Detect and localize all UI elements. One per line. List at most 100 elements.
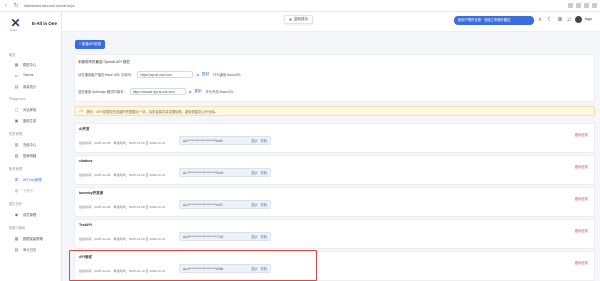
endpoint-label: 或在使用 Anthropic 格式时填写：: [78, 90, 127, 94]
brand-sub: E-ALL: [10, 29, 18, 32]
info-icon: ●: [289, 16, 293, 23]
show-key-button[interactable]: 显示: [251, 234, 257, 239]
delete-key-button[interactable]: 删除密钥: [575, 164, 588, 169]
nav-group-label: 概览: [9, 53, 16, 57]
browser-extensions: [568, 3, 597, 8]
masked-key: sk-b**********************77a2: [183, 234, 224, 239]
show-key-button[interactable]: 显示: [251, 202, 257, 207]
extension-icon[interactable]: [576, 3, 581, 8]
api-key-card: chatbox 创建时间：2025-12-06 有效时间：2025-12-06 …: [74, 155, 595, 185]
image-icon: ▣: [14, 117, 19, 123]
database-icon: ▦: [14, 235, 19, 241]
masked-key: sk-f**********************5a3b: [183, 138, 223, 143]
key-dates: 创建时间：2025-12-05 有效时间：2025-12-05 至 2099-1…: [79, 141, 166, 145]
key-dates: 创建时间：2025-12-06 有效时间：2025-12-06 至 2099-1…: [79, 173, 166, 177]
sidebar-item-usage[interactable]: ▤ 用量统计: [14, 83, 37, 89]
sidebar-item-label: 模型中心: [23, 62, 37, 67]
show-key-button[interactable]: 显示: [251, 138, 257, 143]
delete-key-button[interactable]: 删除密钥: [575, 260, 588, 265]
delete-key-button[interactable]: 删除密钥: [575, 228, 588, 233]
key-dates: 创建时间：2025-12-09 有效时间：2025-12-09 至 2099-1…: [79, 237, 166, 241]
nav-group-label: 团队协作: [9, 202, 23, 206]
reload-icon[interactable]: ↻: [12, 2, 20, 10]
endpoint-hint: 作为通用 BaseURL: [213, 73, 242, 77]
sidebar-item-image[interactable]: ▣ 图像生成: [14, 117, 37, 123]
sidebar-item-retention[interactable]: ▦ 数据保留策略: [14, 235, 43, 241]
endpoint-row: 或在使用 Anthropic 格式时填写： https://claude.api…: [78, 88, 234, 95]
user-name[interactable]: tugo: [585, 17, 592, 21]
brand[interactable]: ✕ E-All in One E-ALL: [9, 16, 57, 32]
selection-highlight: [69, 250, 317, 281]
logo-icon: ✕: [10, 16, 21, 30]
extension-icon[interactable]: [592, 3, 597, 8]
copy-key-button[interactable]: 复制: [261, 138, 267, 143]
endpoint-row: 请在通用客户端的 Base URL 中填写： https://api.ai-on…: [78, 71, 241, 78]
api-key-card: boomby开发测 创建时间：2025-12-08 有效时间：2025-12-0…: [74, 187, 595, 217]
sidebar-item-models[interactable]: ▦ 模型中心: [14, 61, 37, 67]
sidebar-item-billing[interactable]: ▧ 账单明细: [14, 152, 37, 158]
sidebar-item-members[interactable]: ◉ 成员管理: [14, 211, 36, 217]
copy-key-button[interactable]: 复制: [261, 202, 267, 207]
sidebar-item-chat[interactable]: ▢ 对话体验: [14, 106, 37, 112]
copy-button[interactable]: 复制: [202, 72, 209, 77]
sidebar-item-label: 子账号: [23, 188, 33, 193]
promo-banner[interactable]: 新用户限时优惠 · 充值立享额外赠送: [454, 16, 534, 25]
section-title: 本服务同时兼容 OpenAI API 规范: [78, 60, 130, 64]
key-name: chatbox: [79, 159, 93, 163]
sidebar-item-label: 成员管理: [23, 212, 37, 217]
copy-button[interactable]: 复制: [194, 89, 201, 94]
monitor-icon: ▭: [14, 72, 19, 78]
sidebar-item-recharge[interactable]: ▥ 充值中心: [14, 141, 37, 147]
key-icon: ⚿: [14, 176, 19, 182]
translate-icon[interactable]: ⊕: [556, 16, 564, 24]
endpoint-url-field[interactable]: https://api.ai-one.com: [137, 71, 194, 78]
toast-message: ● 复制成功: [284, 15, 314, 24]
sidebar-item-api-keys[interactable]: ⚿ API Key管理: [14, 176, 42, 182]
key-name: boomby开发测: [79, 191, 104, 195]
key-name: AI开发: [79, 127, 90, 131]
warning-icon: ⚠: [79, 108, 84, 114]
sidebar-item-label: 用量统计: [23, 84, 37, 89]
endpoint-url-field[interactable]: https://claude.api.ai-one.com: [129, 88, 186, 95]
team-icon: ◉: [14, 211, 19, 217]
delete-key-button[interactable]: 删除密钥: [575, 132, 588, 137]
key-field: sk-2**********************e41f 显示 复制: [179, 200, 271, 209]
extension-icon[interactable]: [584, 3, 589, 8]
sidebar-item-label: 账单明细: [23, 153, 37, 158]
grid-icon: ▦: [14, 61, 19, 67]
show-key-button[interactable]: 显示: [251, 170, 257, 175]
copy-key-button[interactable]: 复制: [261, 234, 267, 239]
wallet-icon: ▥: [14, 141, 19, 147]
brand-name: E-All in One: [32, 20, 57, 26]
masked-key: sk-7**********************9c0d: [183, 170, 224, 175]
extension-icon[interactable]: [568, 3, 573, 8]
avatar[interactable]: [575, 16, 582, 23]
api-key-card: AI开发 创建时间：2025-12-05 有效时间：2025-12-05 至 2…: [74, 123, 595, 153]
sidebar-item-audit[interactable]: ▤ 审计日志: [14, 246, 37, 252]
copy-key-button[interactable]: 复制: [261, 170, 267, 175]
chat-icon: ▢: [14, 106, 19, 112]
copy-icon[interactable]: ⧉: [189, 90, 192, 94]
sidebar: ✕ E-All in One E-ALL 概览 ▦ 模型中心 ▭ Tokens ▤ 用…: [0, 12, 62, 281]
endpoint-label: 请在通用客户端的 Base URL 中填写：: [78, 73, 135, 77]
toast-text: 复制成功: [294, 17, 309, 21]
log-icon: ▤: [14, 246, 19, 252]
copy-icon[interactable]: ⧉: [196, 73, 199, 77]
url-text[interactable]: dashboard.aiecone.com/ai-keys: [24, 4, 75, 8]
alert-text: 提示：API 密钥仅在创建时完整展示一次，请妥善保存并定期轮换，避免泄露至公开仓…: [86, 109, 218, 114]
sidebar-item-label: 对话体验: [23, 107, 37, 112]
api-key-card: TestAPI 创建时间：2025-12-09 有效时间：2025-12-09 …: [74, 219, 595, 249]
search-icon[interactable]: ⌕: [536, 16, 544, 24]
delete-key-button[interactable]: 删除密钥: [575, 196, 588, 201]
sidebar-item-tokens[interactable]: ▭ Tokens: [14, 72, 34, 78]
warning-alert: ⚠ 提示：API 密钥仅在创建时完整展示一次，请妥善保存并定期轮换，避免泄露至公…: [74, 106, 595, 116]
notification-icon[interactable]: ♫: [565, 16, 573, 24]
browser-address-bar: ‹ ↻ dashboard.aiecone.com/ai-keys: [0, 0, 600, 12]
back-icon[interactable]: ‹: [2, 2, 10, 10]
sidebar-item-subaccounts[interactable]: ◎ 子账号: [14, 187, 33, 193]
receipt-icon: ▧: [14, 152, 19, 158]
add-api-key-button[interactable]: + 新建API密钥: [75, 40, 105, 49]
sidebar-item-label: 充值中心: [23, 142, 37, 147]
moon-icon[interactable]: ☾: [546, 16, 554, 24]
endpoint-hint: 作为专用 BaseURL: [205, 90, 234, 94]
